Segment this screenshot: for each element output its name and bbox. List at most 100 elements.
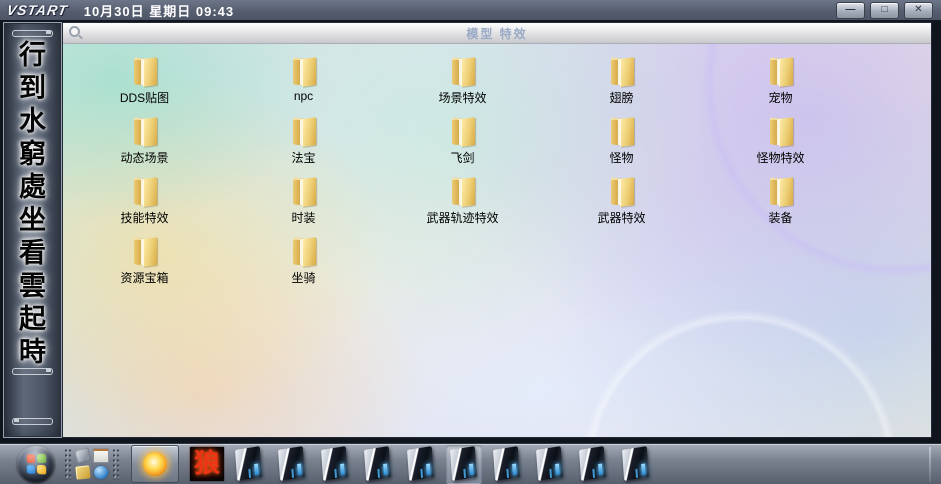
folder-icon	[130, 237, 160, 268]
game-box-icon	[235, 446, 262, 481]
game-app-button-4[interactable]	[360, 445, 396, 483]
taskbar: 狼	[0, 443, 941, 484]
folder-icon	[766, 177, 796, 208]
game-app-button-7[interactable]	[489, 445, 525, 483]
folder-item[interactable]: 时装	[224, 177, 383, 237]
game-box-icon	[450, 446, 477, 481]
poem-char: 時	[19, 336, 46, 369]
folder-label: 坐骑	[291, 269, 315, 286]
folder-icon	[607, 177, 637, 208]
folder-label: 怪物特效	[756, 149, 804, 166]
folder-grid: DDS贴图 npc 场景特效 翅膀 宠物 动态场景	[65, 57, 860, 297]
folder-item[interactable]: 法宝	[224, 117, 383, 177]
quick-launch-grid	[74, 448, 109, 481]
folder-icon	[130, 57, 160, 88]
wrench-icon[interactable]	[74, 447, 91, 463]
game-app-button-5[interactable]	[403, 445, 439, 483]
folder-item[interactable]: 武器轨迹特效	[383, 177, 542, 237]
red-calligraphy-app-button[interactable]: 狼	[190, 447, 224, 481]
game-app-button-8[interactable]	[532, 445, 568, 483]
folder-item[interactable]: 怪物特效	[701, 117, 860, 177]
folder-label: 资源宝箱	[120, 269, 168, 286]
folder-label: 动态场景	[120, 149, 168, 166]
game-app-button-2[interactable]	[274, 445, 310, 483]
folder-label: 技能特效	[120, 209, 168, 226]
game-app-button-9[interactable]	[575, 445, 611, 483]
poem-char: 行	[19, 39, 46, 72]
folder-label: 场景特效	[438, 89, 486, 106]
folder-icon	[289, 237, 319, 268]
folder-icon	[607, 117, 637, 148]
folder-icon	[289, 57, 319, 88]
folder-item[interactable]: 武器特效	[542, 177, 701, 237]
folder-item[interactable]: 宠物	[701, 57, 860, 117]
sun-app-button[interactable]	[131, 445, 179, 483]
folder-item[interactable]: 动态场景	[65, 117, 224, 177]
sidebar-scroll-handle-bottom[interactable]	[12, 418, 53, 425]
folder-item[interactable]: 装备	[701, 177, 860, 237]
game-app-button-6-active[interactable]	[446, 445, 482, 483]
folder-grid-wallpaper: DDS贴图 npc 场景特效 翅膀 宠物 动态场景	[63, 44, 931, 437]
poem-char: 處	[19, 171, 46, 204]
folder-label: 武器轨迹特效	[426, 209, 498, 226]
game-box-icon	[407, 446, 434, 481]
folder-item[interactable]: 坐骑	[224, 237, 383, 297]
notepad-icon[interactable]	[93, 448, 109, 463]
taskbar-right-divider	[929, 447, 931, 482]
folder-icon	[766, 117, 796, 148]
game-box-icon	[622, 446, 649, 481]
drag-handle-icon[interactable]	[112, 448, 119, 480]
window-category-title: 模型 特效	[466, 25, 527, 42]
game-box-icon	[536, 446, 563, 481]
close-button[interactable]: ✕	[904, 2, 933, 19]
minimize-button[interactable]: —	[836, 2, 865, 19]
poem-char: 起	[19, 303, 46, 336]
game-app-button-3[interactable]	[317, 445, 353, 483]
poem-char: 水	[19, 105, 46, 138]
maximize-button[interactable]: □	[870, 2, 899, 19]
game-app-button-10[interactable]	[618, 445, 654, 483]
folder-label: npc	[294, 89, 313, 103]
game-box-icon	[364, 446, 391, 481]
folder-label: 装备	[768, 209, 792, 226]
folder-item[interactable]: 场景特效	[383, 57, 542, 117]
folder-item[interactable]: npc	[224, 57, 383, 117]
folder-window-header: 模型 特效	[63, 23, 931, 44]
folder-icon	[448, 57, 478, 88]
folder-item[interactable]: 资源宝箱	[65, 237, 224, 297]
game-box-icon	[321, 446, 348, 481]
windows-start-button[interactable]	[17, 445, 55, 483]
folder-label: 时装	[291, 209, 315, 226]
drag-handle-icon[interactable]	[64, 448, 71, 480]
sidebar-scroll-handle-middle[interactable]	[12, 368, 53, 375]
folder-icon	[289, 117, 319, 148]
folder-icon	[448, 117, 478, 148]
red-calligraphy-glyph: 狼	[194, 449, 220, 479]
sun-icon	[143, 452, 167, 476]
folder-label: 武器特效	[597, 209, 645, 226]
cube-icon[interactable]	[75, 465, 90, 479]
folder-icon	[607, 57, 637, 88]
folder-item[interactable]: 翅膀	[542, 57, 701, 117]
window-controls: — □ ✕	[836, 2, 933, 19]
poem-char: 坐	[19, 204, 46, 237]
folder-item[interactable]: DDS贴图	[65, 57, 224, 117]
game-app-button-1[interactable]	[231, 445, 267, 483]
folder-item[interactable]: 怪物	[542, 117, 701, 177]
folder-icon	[766, 57, 796, 88]
folder-icon	[289, 177, 319, 208]
folder-icon	[130, 117, 160, 148]
poem-char: 到	[19, 72, 46, 105]
poem-char: 看	[19, 237, 46, 270]
titlebar: VSTART 10月30日 星期日 09:43 — □ ✕	[0, 0, 941, 22]
globe-icon[interactable]	[94, 466, 108, 479]
folder-item[interactable]: 飞剑	[383, 117, 542, 177]
folder-icon	[448, 177, 478, 208]
sidebar-scroll-handle-top[interactable]	[12, 30, 53, 37]
search-icon[interactable]	[69, 26, 83, 40]
clock-date-text: 10月30日 星期日 09:43	[84, 1, 234, 20]
quick-launch-area	[64, 447, 119, 481]
folder-window: 模型 特效 DDS贴图 npc 场景特效 翅膀 宠物	[62, 22, 932, 438]
folder-item[interactable]: 技能特效	[65, 177, 224, 237]
game-box-icon	[493, 446, 520, 481]
